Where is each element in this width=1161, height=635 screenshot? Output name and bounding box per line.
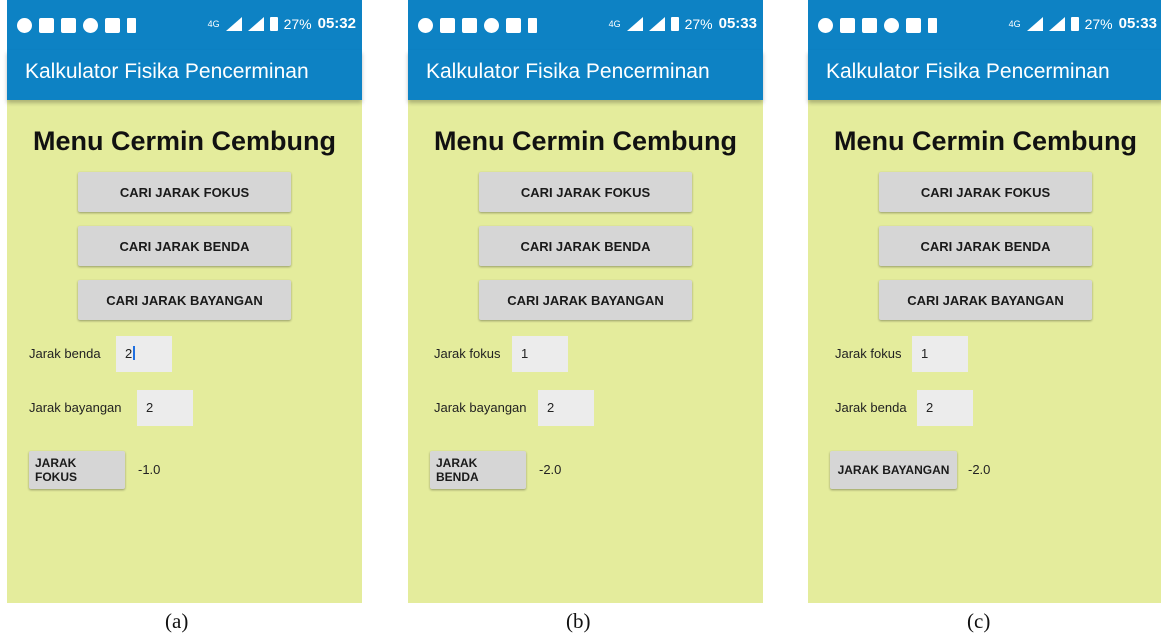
result-value: -2.0	[968, 462, 991, 477]
menu-title: Menu Cermin Cembung	[32, 126, 336, 156]
screen-c: 4G 27% 05:33 Kalkulator Fisika Pencermin…	[808, 0, 1161, 603]
screen-b: 4G 27% 05:33 Kalkulator Fisika Pencermin…	[408, 0, 763, 603]
chat-icon	[17, 18, 32, 33]
signal-icon	[225, 16, 242, 31]
find-object-distance-button[interactable]: CARI JARAK BENDA	[479, 226, 692, 266]
message-icon	[862, 18, 877, 33]
battery-percent: 27%	[1084, 15, 1113, 32]
app-bar: Kalkulator Fisika Pencerminan	[7, 50, 362, 100]
chat-icon	[418, 18, 433, 33]
find-object-distance-button[interactable]: CARI JARAK BENDA	[879, 226, 1092, 266]
network-type: 4G	[1008, 18, 1021, 29]
clock: 05:33	[1118, 15, 1157, 32]
image-icon	[39, 18, 54, 33]
battery-percent: 27%	[283, 15, 312, 32]
object-distance-input[interactable]: 2	[116, 336, 172, 372]
ltc-icon	[484, 18, 499, 33]
screen-a: 4G 27% 05:32 Kalkulator Fisika Pencermin…	[7, 0, 362, 603]
sd-card-icon	[928, 18, 937, 33]
ltc-icon	[884, 18, 899, 33]
find-focus-button[interactable]: CARI JARAK FOKUS	[879, 172, 1092, 212]
notification-icons	[818, 18, 937, 34]
network-type: 4G	[608, 18, 621, 29]
find-image-distance-button[interactable]: CARI JARAK BAYANGAN	[479, 280, 692, 320]
clock: 05:33	[718, 15, 757, 32]
status-bar: 4G 27% 05:33	[408, 0, 763, 50]
field1-label: Jarak fokus	[434, 346, 501, 361]
result-value: -1.0	[138, 462, 161, 477]
message-icon	[61, 18, 76, 33]
signal-icon-2	[1048, 16, 1065, 31]
chat-icon	[818, 18, 833, 33]
compute-focus-button[interactable]: JARAK FOKUS	[29, 451, 125, 489]
app-icon	[506, 18, 521, 33]
status-bar: 4G 27% 05:33	[808, 0, 1161, 50]
app-icon	[906, 18, 921, 33]
app-title: Kalkulator Fisika Pencerminan	[25, 60, 309, 83]
sd-card-icon	[528, 18, 537, 33]
image-icon	[440, 18, 455, 33]
battery-percent: 27%	[684, 15, 713, 32]
clock: 05:32	[317, 15, 356, 32]
compute-object-distance-button[interactable]: JARAK BENDA	[430, 451, 526, 489]
app-bar: Kalkulator Fisika Pencerminan	[808, 50, 1161, 100]
caption-c: (c)	[967, 609, 991, 633]
status-right: 4G 27% 05:33	[1009, 15, 1157, 32]
sd-card-icon	[127, 18, 136, 33]
field2-label: Jarak bayangan	[434, 400, 527, 415]
battery-icon	[670, 16, 679, 31]
menu-title: Menu Cermin Cembung	[833, 126, 1137, 156]
field1-label: Jarak fokus	[835, 346, 902, 361]
image-distance-input[interactable]: 2	[538, 390, 594, 426]
menu-title: Menu Cermin Cembung	[433, 126, 737, 156]
app-icon	[105, 18, 120, 33]
image-icon	[840, 18, 855, 33]
object-distance-input[interactable]: 2	[917, 390, 973, 426]
find-image-distance-button[interactable]: CARI JARAK BAYANGAN	[879, 280, 1092, 320]
field2-label: Jarak bayangan	[29, 400, 122, 415]
compute-image-distance-button[interactable]: JARAK BAYANGAN	[830, 451, 957, 489]
field1-label: Jarak benda	[29, 346, 101, 361]
caption-a: (a)	[165, 609, 189, 633]
status-right: 4G 27% 05:33	[609, 15, 757, 32]
find-focus-button[interactable]: CARI JARAK FOKUS	[78, 172, 291, 212]
find-image-distance-button[interactable]: CARI JARAK BAYANGAN	[78, 280, 291, 320]
signal-icon	[626, 16, 643, 31]
input-value: 2	[125, 346, 133, 361]
battery-icon	[1070, 16, 1079, 31]
status-bar: 4G 27% 05:32	[7, 0, 362, 50]
app-bar: Kalkulator Fisika Pencerminan	[408, 50, 763, 100]
notification-icons	[418, 18, 537, 34]
message-icon	[462, 18, 477, 33]
app-title: Kalkulator Fisika Pencerminan	[826, 60, 1110, 83]
caption-b: (b)	[566, 609, 591, 633]
network-type: 4G	[207, 18, 220, 29]
signal-icon-2	[648, 16, 665, 31]
battery-icon	[269, 16, 278, 31]
notification-icons	[17, 18, 136, 34]
find-focus-button[interactable]: CARI JARAK FOKUS	[479, 172, 692, 212]
result-value: -2.0	[539, 462, 562, 477]
focus-distance-input[interactable]: 1	[912, 336, 968, 372]
image-distance-input[interactable]: 2	[137, 390, 193, 426]
field2-label: Jarak benda	[835, 400, 907, 415]
ltc-icon	[83, 18, 98, 33]
find-object-distance-button[interactable]: CARI JARAK BENDA	[78, 226, 291, 266]
text-cursor	[133, 346, 136, 360]
status-right: 4G 27% 05:32	[208, 15, 356, 32]
focus-distance-input[interactable]: 1	[512, 336, 568, 372]
signal-icon-2	[247, 16, 264, 31]
signal-icon	[1026, 16, 1043, 31]
app-title: Kalkulator Fisika Pencerminan	[426, 60, 710, 83]
